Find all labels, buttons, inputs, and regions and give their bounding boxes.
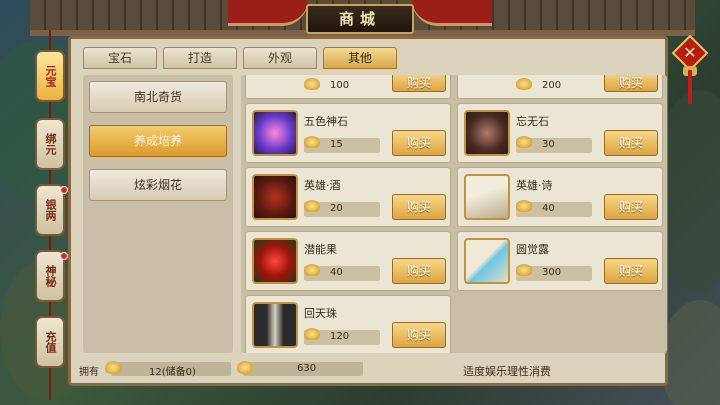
item-price: 20 — [330, 203, 343, 214]
side-tab-bound-ingot[interactable]: 绑元 — [35, 118, 65, 170]
buy-button[interactable]: 购买 — [392, 258, 446, 284]
ingot-icon — [304, 136, 320, 148]
advisory-note: 适度娱乐理性消费 — [463, 365, 551, 378]
buy-button[interactable]: 购买 — [392, 75, 446, 92]
item-name: 潜能果 — [304, 243, 337, 256]
side-tab-recharge[interactable]: 充值 — [35, 316, 65, 368]
item-price: 120 — [330, 331, 350, 342]
shop-title: 商城 — [306, 4, 414, 34]
item-card: 忘无石 30 购买 — [457, 103, 663, 163]
item-card: 五色神石 15 购买 — [245, 103, 451, 163]
curtain-right — [412, 0, 492, 26]
item-card: 200 购买 — [457, 75, 663, 99]
background-foliage — [660, 300, 720, 405]
item-name: 英雄·诗 — [516, 179, 553, 192]
shop-panel: 宝石 打造 外观 其他 南北奇货 养成培养 炫彩烟花 100 购买 200 购买 — [68, 36, 668, 386]
item-price: 30 — [542, 139, 555, 150]
item-name: 回天珠 — [304, 307, 337, 320]
ingot-icon — [304, 264, 320, 276]
tab-other[interactable]: 其他 — [323, 47, 397, 69]
ingot-icon — [304, 200, 320, 212]
ingot-balance: 12(储备0) — [149, 367, 196, 378]
category-fireworks[interactable]: 炫彩烟花 — [89, 169, 227, 201]
buy-button[interactable]: 购买 — [604, 130, 658, 156]
side-tab-ingot[interactable]: 元宝 — [35, 50, 65, 102]
buy-button[interactable]: 购买 — [392, 322, 446, 348]
dew-bottle-icon — [464, 238, 510, 284]
category-rare-goods[interactable]: 南北奇货 — [89, 81, 227, 113]
item-price: 40 — [542, 203, 555, 214]
item-name: 圆觉露 — [516, 243, 549, 256]
item-card: 圆觉露 300 购买 — [457, 231, 663, 291]
item-name: 忘无石 — [516, 115, 549, 128]
category-list: 南北奇货 养成培养 炫彩烟花 — [83, 75, 233, 353]
poem-scroll-icon — [464, 174, 510, 220]
own-label: 拥有 — [79, 367, 99, 378]
item-price: 300 — [542, 267, 562, 278]
ingot-icon — [304, 328, 320, 340]
ingot-icon — [516, 136, 532, 148]
tab-forge[interactable]: 打造 — [163, 47, 237, 69]
potential-fruit-icon — [252, 238, 298, 284]
currency-bar: 拥有 12(储备0) 630 适度娱乐理性消费 — [75, 359, 661, 379]
item-price: 40 — [330, 267, 343, 278]
item-price: 100 — [330, 80, 350, 91]
item-name: 五色神石 — [304, 115, 348, 128]
category-cultivation[interactable]: 养成培养 — [89, 125, 227, 157]
item-price: 200 — [542, 80, 562, 91]
tab-bar: 宝石 打造 外观 其他 — [83, 47, 397, 69]
buy-button[interactable]: 购买 — [392, 194, 446, 220]
buy-button[interactable]: 购买 — [604, 194, 658, 220]
notification-dot — [60, 186, 68, 194]
item-card: 英雄·酒 20 购买 — [245, 167, 451, 227]
buy-button[interactable]: 购买 — [392, 130, 446, 156]
item-card: 英雄·诗 40 购买 — [457, 167, 663, 227]
item-card: 潜能果 40 购买 — [245, 231, 451, 291]
locked-ingot-icon — [237, 361, 253, 374]
ingot-icon — [105, 361, 121, 374]
ingot-icon — [516, 78, 532, 90]
notification-dot — [60, 252, 68, 260]
buy-button[interactable]: 购买 — [604, 258, 658, 284]
five-color-stone-icon — [252, 110, 298, 156]
item-price: 15 — [330, 139, 343, 150]
heaven-bead-icon — [252, 302, 298, 348]
close-icon: ✕ — [683, 43, 697, 62]
buy-button[interactable]: 购买 — [604, 75, 658, 92]
ingot-icon — [304, 78, 320, 90]
tab-gems[interactable]: 宝石 — [83, 47, 157, 69]
item-grid: 100 购买 200 购买 五色神石 15 购买 忘无石 30 购买 英雄·酒 … — [241, 75, 667, 353]
tab-appearance[interactable]: 外观 — [243, 47, 317, 69]
ingot-icon — [516, 200, 532, 212]
forget-stone-icon — [464, 110, 510, 156]
ingot-icon — [516, 264, 532, 276]
item-card: 100 购买 — [245, 75, 451, 99]
bound-balance: 630 — [297, 363, 317, 374]
item-name: 英雄·酒 — [304, 179, 341, 192]
item-card: 回天珠 120 购买 — [245, 295, 451, 353]
tassel — [688, 70, 692, 104]
wine-jar-icon — [252, 174, 298, 220]
